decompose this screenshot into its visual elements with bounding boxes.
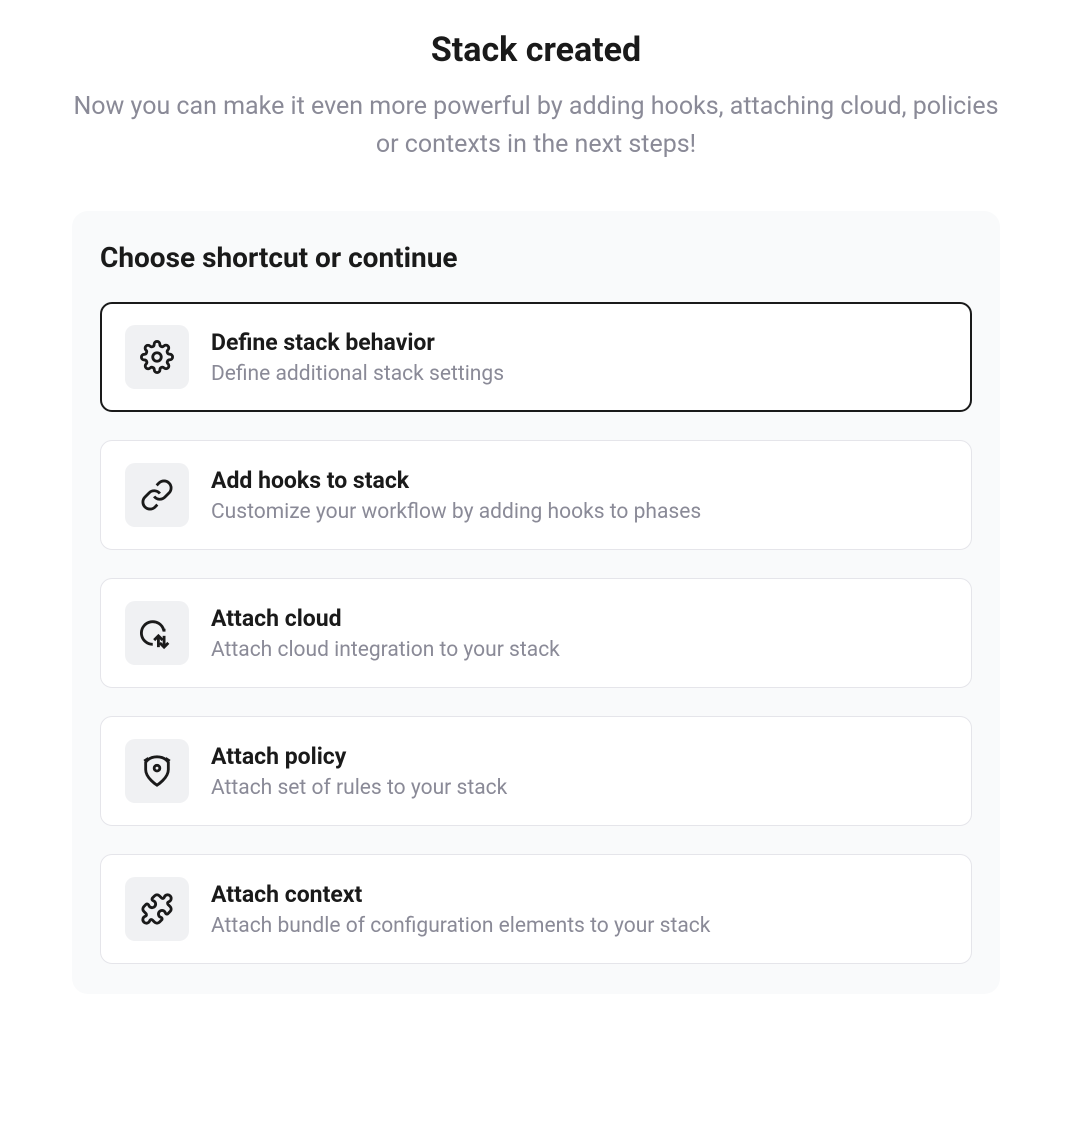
option-text: Attach cloud Attach cloud integration to… [211, 605, 560, 662]
option-desc: Attach cloud integration to your stack [211, 638, 560, 662]
option-desc: Attach set of rules to your stack [211, 776, 507, 800]
option-title: Attach cloud [211, 605, 560, 632]
policy-icon [125, 739, 189, 803]
options-list: Define stack behavior Define additional … [100, 302, 972, 964]
gear-icon [125, 325, 189, 389]
shortcut-card: Choose shortcut or continue Define stack… [72, 211, 1000, 994]
card-title: Choose shortcut or continue [100, 241, 972, 274]
puzzle-icon [125, 877, 189, 941]
option-text: Add hooks to stack Customize your workfl… [211, 467, 701, 524]
option-desc: Define additional stack settings [211, 362, 504, 386]
page-subtitle: Now you can make it even more powerful b… [60, 88, 1012, 163]
option-desc: Attach bundle of configuration elements … [211, 914, 710, 938]
option-title: Attach policy [211, 743, 507, 770]
option-attach-cloud[interactable]: Attach cloud Attach cloud integration to… [100, 578, 972, 688]
option-title: Add hooks to stack [211, 467, 701, 494]
option-title: Define stack behavior [211, 329, 504, 356]
option-add-hooks[interactable]: Add hooks to stack Customize your workfl… [100, 440, 972, 550]
cloud-icon [125, 601, 189, 665]
option-title: Attach context [211, 881, 710, 908]
page-title: Stack created [60, 30, 1012, 70]
option-attach-context[interactable]: Attach context Attach bundle of configur… [100, 854, 972, 964]
option-attach-policy[interactable]: Attach policy Attach set of rules to you… [100, 716, 972, 826]
option-text: Define stack behavior Define additional … [211, 329, 504, 386]
link-icon [125, 463, 189, 527]
page-header: Stack created Now you can make it even m… [0, 30, 1072, 163]
option-define-behavior[interactable]: Define stack behavior Define additional … [100, 302, 972, 412]
option-text: Attach context Attach bundle of configur… [211, 881, 710, 938]
option-desc: Customize your workflow by adding hooks … [211, 500, 701, 524]
option-text: Attach policy Attach set of rules to you… [211, 743, 507, 800]
